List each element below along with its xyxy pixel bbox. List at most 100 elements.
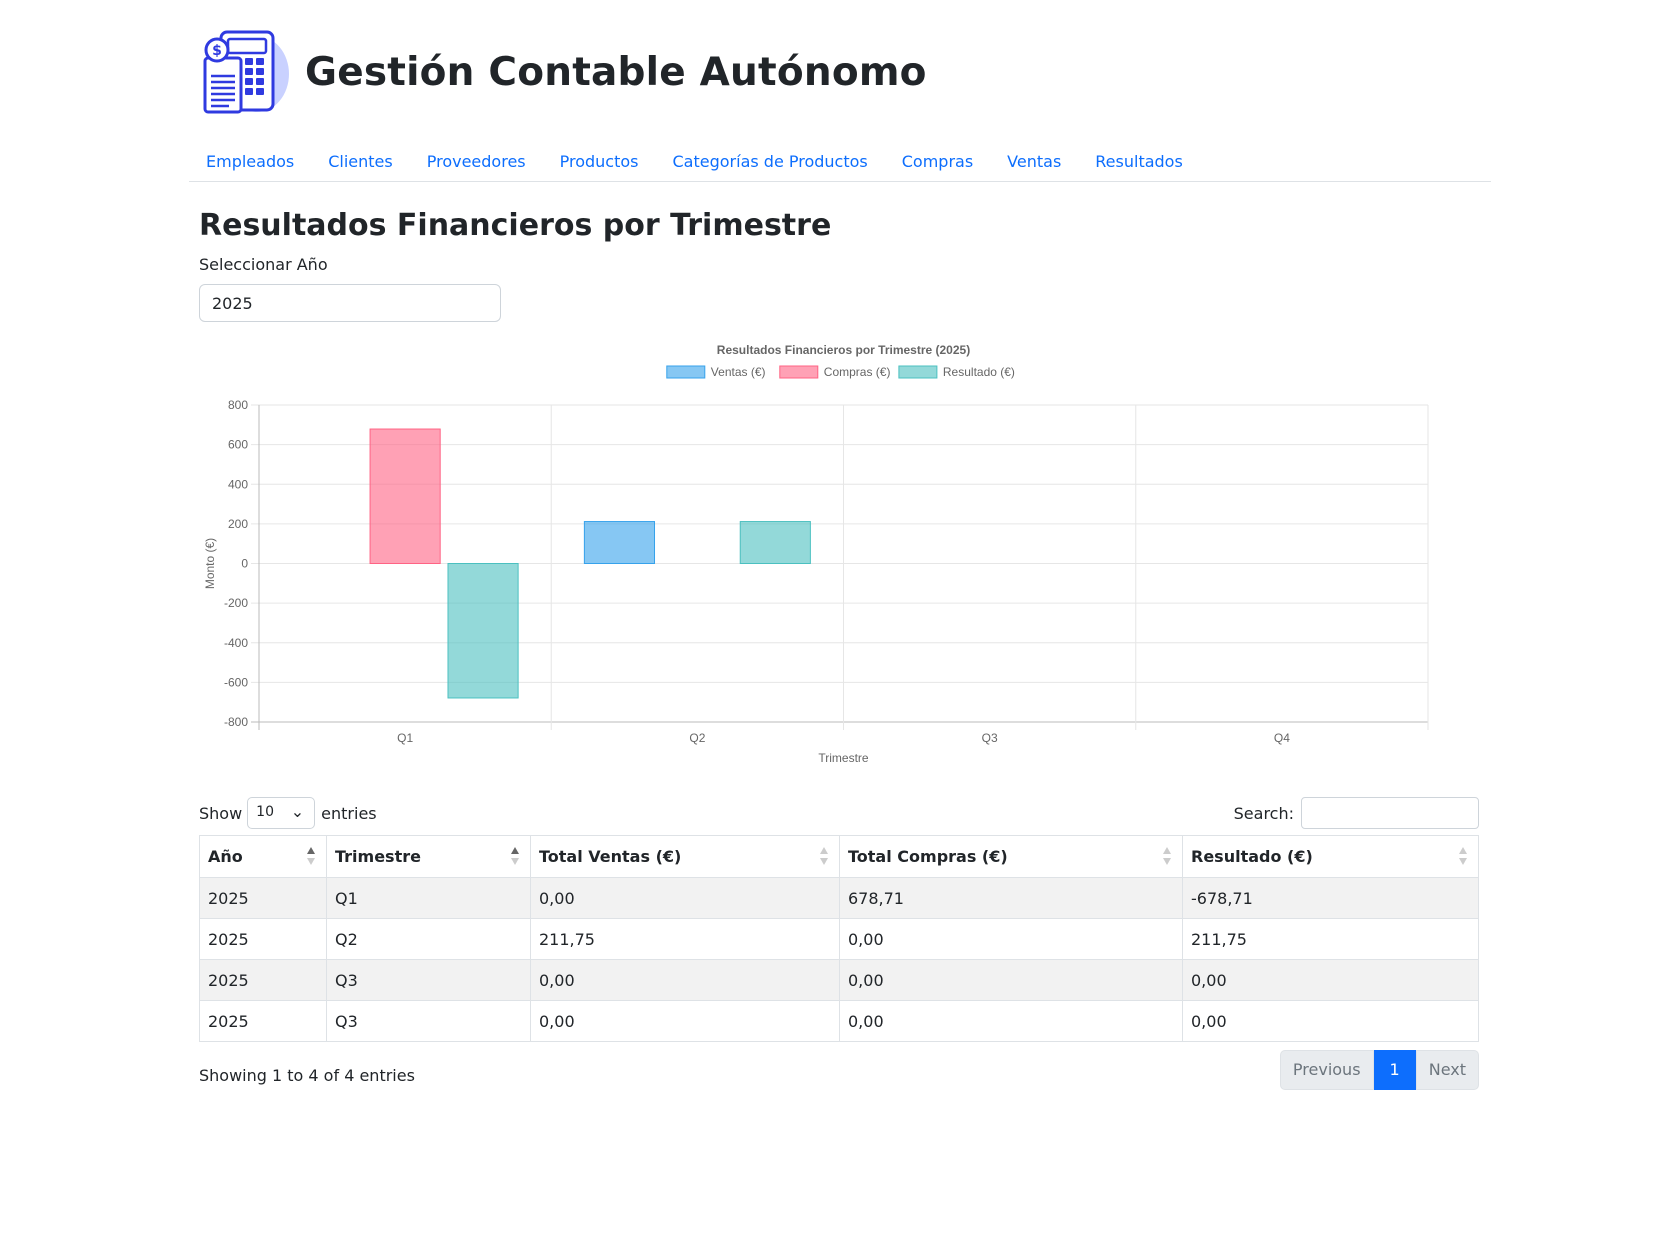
col-header-label: Total Compras (€)	[848, 847, 1008, 866]
legend-label-1: Compras (€)	[824, 365, 891, 379]
length-label-pre: Show	[199, 803, 243, 823]
year-select-label: Seleccionar Año	[199, 255, 328, 274]
cell-total-compras: 0,00	[839, 1000, 1183, 1042]
x-axis-title: Trimestre	[818, 751, 869, 765]
x-tick-label-0: Q1	[397, 731, 413, 745]
length-label-post: entries	[321, 803, 377, 823]
y-tick-label-4: 0	[241, 557, 248, 571]
table-row: 2025 Q2 211,75 0,00 211,75	[199, 918, 1479, 960]
bar-1-0	[369, 428, 441, 564]
col-header-trimestre[interactable]: Trimestre	[326, 835, 531, 878]
cell-total-compras: 678,71	[839, 877, 1183, 919]
y-tick-label-8: -800	[224, 715, 248, 729]
legend-swatch-0	[666, 365, 706, 379]
table-header-row: Año Trimestre Total Ventas (€) Total Com…	[199, 835, 1479, 878]
col-header-total-ventas[interactable]: Total Ventas (€)	[530, 835, 840, 878]
cell-ano: 2025	[199, 1000, 327, 1042]
col-header-label: Resultado (€)	[1191, 847, 1313, 866]
legend-label-2: Resultado (€)	[943, 365, 1015, 379]
nav-item-resultados[interactable]: Resultados	[1078, 140, 1200, 181]
search-label: Search:	[1233, 803, 1294, 823]
col-header-label: Trimestre	[335, 847, 421, 866]
chart-title: Resultados Financieros por Trimestre (20…	[717, 343, 970, 357]
cell-ano: 2025	[199, 918, 327, 960]
search-input[interactable]	[1301, 797, 1479, 829]
table-row: 2025 Q1 0,00 678,71 -678,71	[199, 877, 1479, 919]
col-header-ano[interactable]: Año	[199, 835, 327, 878]
sort-icon	[820, 847, 828, 865]
legend-label-0: Ventas (€)	[711, 365, 766, 379]
col-header-label: Total Ventas (€)	[539, 847, 682, 866]
nav-item-ventas[interactable]: Ventas	[990, 140, 1078, 181]
x-tick-label-2: Q3	[982, 731, 998, 745]
cell-resultado: 0,00	[1182, 1000, 1479, 1042]
results-table: Año Trimestre Total Ventas (€) Total Com…	[199, 835, 1479, 1042]
table-row: 2025 Q3 0,00 0,00 0,00	[199, 959, 1479, 1001]
sort-icon	[1459, 847, 1467, 865]
main-nav: Empleados Clientes Proveedores Productos…	[189, 140, 1491, 182]
y-tick-label-2: 400	[228, 477, 248, 491]
y-tick-label-6: -400	[224, 636, 248, 650]
pagination: Previous 1 Next	[1279, 1050, 1479, 1090]
x-tick-label-1: Q2	[689, 731, 705, 745]
page-title: Resultados Financieros por Trimestre	[199, 208, 832, 243]
y-tick-label-7: -600	[224, 675, 248, 689]
cell-ano: 2025	[199, 877, 327, 919]
col-header-resultado[interactable]: Resultado (€)	[1182, 835, 1479, 878]
legend-swatch-1	[779, 365, 819, 379]
accounting-calculator-icon: $	[203, 30, 289, 114]
year-select-value: 2025	[212, 294, 253, 313]
table-info: Showing 1 to 4 of 4 entries	[199, 1066, 415, 1085]
cell-resultado: 211,75	[1182, 918, 1479, 960]
y-tick-label-5: -200	[224, 596, 248, 610]
bar-0-1	[583, 521, 656, 564]
cell-resultado: -678,71	[1182, 877, 1479, 919]
cell-total-compras: 0,00	[839, 959, 1183, 1001]
legend-swatch-2	[898, 365, 938, 379]
sort-icon	[1163, 847, 1171, 865]
col-header-total-compras[interactable]: Total Compras (€)	[839, 835, 1183, 878]
length-select[interactable]: 10 ⌄	[247, 797, 316, 829]
table-footer: Showing 1 to 4 of 4 entries Previous 1 N…	[199, 1050, 1479, 1090]
col-header-label: Año	[208, 847, 243, 866]
next-page-button[interactable]: Next	[1415, 1050, 1479, 1090]
y-tick-label-0: 800	[228, 398, 248, 412]
bar-2-0	[447, 563, 519, 699]
sort-asc-icon	[511, 847, 519, 865]
bar-2-1	[739, 521, 811, 564]
x-tick-label-3: Q4	[1274, 731, 1290, 745]
y-tick-label-1: 600	[228, 438, 248, 452]
search-control: Search:	[1234, 797, 1479, 829]
cell-total-ventas: 211,75	[530, 918, 840, 960]
nav-item-clientes[interactable]: Clientes	[311, 140, 410, 181]
brand-title: Gestión Contable Autónomo	[305, 49, 927, 95]
results-chart-svg: Resultados Financieros por Trimestre (20…	[203, 343, 1429, 765]
nav-item-productos[interactable]: Productos	[543, 140, 656, 181]
svg-text:$: $	[212, 43, 222, 59]
table-controls: Show 10 ⌄ entries Search:	[199, 797, 1479, 829]
nav-item-compras[interactable]: Compras	[885, 140, 990, 181]
cell-trimestre: Q3	[326, 1000, 531, 1042]
cell-trimestre: Q2	[326, 918, 531, 960]
y-axis-title: Monto (€)	[203, 538, 217, 589]
cell-ano: 2025	[199, 959, 327, 1001]
y-tick-label-3: 200	[228, 517, 248, 531]
table-row: 2025 Q3 0,00 0,00 0,00	[199, 1000, 1479, 1042]
length-select-value: 10	[256, 804, 274, 820]
previous-page-button[interactable]: Previous	[1279, 1050, 1374, 1090]
year-select[interactable]: 2025	[199, 284, 501, 322]
length-control: Show 10 ⌄ entries	[199, 797, 377, 829]
nav-item-categorias[interactable]: Categorías de Productos	[656, 140, 885, 181]
nav-item-empleados[interactable]: Empleados	[189, 140, 311, 181]
cell-trimestre: Q3	[326, 959, 531, 1001]
cell-resultado: 0,00	[1182, 959, 1479, 1001]
cell-total-ventas: 0,00	[530, 1000, 840, 1042]
brand: $ Gestión Contable Autónomo	[199, 28, 927, 116]
cell-total-compras: 0,00	[839, 918, 1183, 960]
cell-total-ventas: 0,00	[530, 959, 840, 1001]
nav-item-proveedores[interactable]: Proveedores	[410, 140, 543, 181]
page-1-button[interactable]: 1	[1373, 1050, 1416, 1090]
chevron-down-icon: ⌄	[290, 802, 305, 821]
cell-total-ventas: 0,00	[530, 877, 840, 919]
sort-asc-icon	[307, 847, 315, 865]
